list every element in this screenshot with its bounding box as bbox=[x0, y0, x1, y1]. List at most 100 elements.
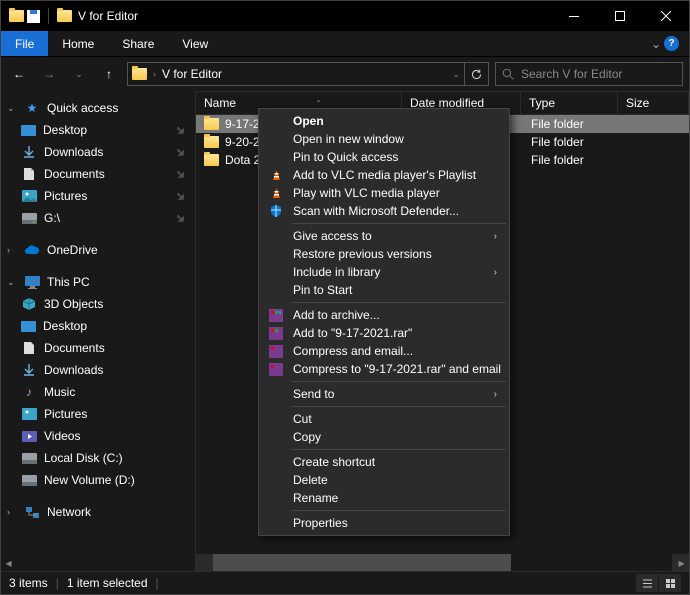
path-box[interactable]: › V for Editor ⌄ bbox=[127, 62, 465, 86]
chevron-right-icon: › bbox=[494, 267, 497, 278]
ctx-compress-email[interactable]: Compress and email... bbox=[261, 342, 507, 360]
tab-share[interactable]: Share bbox=[108, 31, 168, 56]
chevron-right-icon: › bbox=[494, 389, 497, 400]
titlebar-icons bbox=[9, 8, 72, 24]
ctx-delete[interactable]: Delete bbox=[261, 471, 507, 489]
scrollbar-thumb[interactable] bbox=[213, 554, 511, 571]
ctx-cut[interactable]: Cut bbox=[261, 410, 507, 428]
status-selected: 1 item selected bbox=[67, 576, 148, 590]
ctx-separator bbox=[291, 381, 506, 382]
sidebar-item-documents[interactable]: Documents bbox=[1, 163, 195, 185]
ctx-properties[interactable]: Properties bbox=[261, 514, 507, 532]
sidebar-item-new-volume-d[interactable]: New Volume (D:) bbox=[1, 469, 195, 491]
sidebar-item-this-pc[interactable]: ⌄This PC bbox=[1, 271, 195, 293]
cube-icon bbox=[21, 296, 37, 312]
back-button[interactable]: ← bbox=[7, 62, 31, 86]
sidebar-item-desktop-pc[interactable]: Desktop bbox=[1, 315, 195, 337]
sidebar-item-network[interactable]: ›Network bbox=[1, 501, 195, 523]
ctx-open[interactable]: Open bbox=[261, 112, 507, 130]
chevron-right-icon: › bbox=[7, 507, 17, 517]
sidebar-item-documents-pc[interactable]: Documents bbox=[1, 337, 195, 359]
ctx-rename[interactable]: Rename bbox=[261, 489, 507, 507]
chevron-down-icon[interactable]: ⌄ bbox=[452, 69, 460, 80]
ctx-separator bbox=[291, 510, 506, 511]
maximize-button[interactable] bbox=[597, 1, 643, 31]
downloads-icon bbox=[21, 144, 37, 160]
desktop-icon bbox=[21, 125, 36, 136]
sidebar-item-quick-access[interactable]: ⌄★Quick access bbox=[1, 97, 195, 119]
ctx-give-access[interactable]: Give access to› bbox=[261, 227, 507, 245]
ctx-compress-rar-email[interactable]: Compress to "9-17-2021.rar" and email bbox=[261, 360, 507, 378]
tab-home[interactable]: Home bbox=[48, 31, 108, 56]
minimize-button[interactable] bbox=[551, 1, 597, 31]
shield-icon bbox=[268, 203, 284, 219]
vlc-icon bbox=[268, 185, 284, 201]
sidebar-item-local-disk-c[interactable]: Local Disk (C:) bbox=[1, 447, 195, 469]
tab-file[interactable]: File bbox=[1, 31, 48, 56]
recent-button[interactable]: ⌄ bbox=[67, 62, 91, 86]
sidebar-item-downloads-pc[interactable]: Downloads bbox=[1, 359, 195, 381]
sidebar-item-music[interactable]: ♪Music bbox=[1, 381, 195, 403]
ctx-separator bbox=[291, 302, 506, 303]
ctx-vlc-play[interactable]: Play with VLC media player bbox=[261, 184, 507, 202]
folder-icon bbox=[204, 136, 219, 148]
ctx-pin-start[interactable]: Pin to Start bbox=[261, 281, 507, 299]
nav-pane[interactable]: ⌄★Quick access Desktop Downloads Documen… bbox=[1, 91, 196, 571]
cloud-icon bbox=[24, 242, 40, 258]
search-placeholder: Search V for Editor bbox=[521, 67, 622, 81]
sidebar-item-desktop[interactable]: Desktop bbox=[1, 119, 195, 141]
sort-indicator-icon: ⌃ bbox=[315, 99, 322, 108]
up-button[interactable]: ↑ bbox=[97, 62, 121, 86]
ctx-copy[interactable]: Copy bbox=[261, 428, 507, 446]
close-button[interactable] bbox=[643, 1, 689, 31]
window-controls bbox=[551, 1, 689, 31]
help-button[interactable]: ? bbox=[664, 36, 679, 51]
ctx-add-rar[interactable]: Add to "9-17-2021.rar" bbox=[261, 324, 507, 342]
search-icon bbox=[502, 68, 515, 81]
ctx-restore-versions[interactable]: Restore previous versions bbox=[261, 245, 507, 263]
ctx-pin-quick-access[interactable]: Pin to Quick access bbox=[261, 148, 507, 166]
sidebar-item-videos[interactable]: Videos bbox=[1, 425, 195, 447]
sidebar-item-pictures-pc[interactable]: Pictures bbox=[1, 403, 195, 425]
winrar-icon bbox=[268, 307, 284, 323]
documents-icon bbox=[21, 340, 37, 356]
view-buttons bbox=[636, 574, 681, 592]
sidebar-item-drive-g[interactable]: G:\ bbox=[1, 207, 195, 229]
video-icon bbox=[21, 428, 37, 444]
ctx-create-shortcut[interactable]: Create shortcut bbox=[261, 453, 507, 471]
sidebar-item-pictures[interactable]: Pictures bbox=[1, 185, 195, 207]
ctx-open-new-window[interactable]: Open in new window bbox=[261, 130, 507, 148]
chevron-right-icon: › bbox=[153, 69, 156, 79]
network-icon bbox=[24, 504, 40, 520]
tab-view[interactable]: View bbox=[168, 31, 222, 56]
column-type[interactable]: Type bbox=[521, 92, 618, 114]
pc-icon bbox=[24, 274, 40, 290]
details-view-button[interactable] bbox=[636, 574, 658, 592]
ctx-include-library[interactable]: Include in library› bbox=[261, 263, 507, 281]
sidebar-item-downloads[interactable]: Downloads bbox=[1, 141, 195, 163]
scroll-right-icon[interactable]: ▸ bbox=[673, 554, 690, 571]
expand-ribbon-button[interactable]: ⌄ bbox=[651, 37, 661, 51]
desktop-icon bbox=[21, 321, 36, 332]
ctx-separator bbox=[291, 406, 506, 407]
sidebar-item-3d-objects[interactable]: 3D Objects bbox=[1, 293, 195, 315]
horizontal-scrollbar[interactable]: ◂ ▸ bbox=[196, 554, 689, 571]
path-segment[interactable]: V for Editor bbox=[162, 67, 222, 81]
qat-icon[interactable] bbox=[27, 10, 40, 23]
column-size[interactable]: Size bbox=[618, 92, 689, 114]
ctx-defender-scan[interactable]: Scan with Microsoft Defender... bbox=[261, 202, 507, 220]
window-title: V for Editor bbox=[78, 9, 138, 23]
sidebar-item-onedrive[interactable]: ›OneDrive bbox=[1, 239, 195, 261]
chevron-right-icon: › bbox=[7, 245, 17, 255]
forward-button[interactable]: → bbox=[37, 62, 61, 86]
chevron-down-icon: ⌄ bbox=[7, 277, 17, 288]
search-box[interactable]: Search V for Editor bbox=[495, 62, 683, 86]
ctx-add-archive[interactable]: Add to archive... bbox=[261, 306, 507, 324]
drive-icon bbox=[21, 472, 37, 488]
scroll-left-icon[interactable]: ◂ bbox=[0, 554, 17, 571]
ctx-vlc-add[interactable]: Add to VLC media player's Playlist bbox=[261, 166, 507, 184]
thumbnails-view-button[interactable] bbox=[659, 574, 681, 592]
refresh-button[interactable] bbox=[465, 62, 489, 86]
ctx-send-to[interactable]: Send to› bbox=[261, 385, 507, 403]
drive-icon bbox=[21, 450, 37, 466]
